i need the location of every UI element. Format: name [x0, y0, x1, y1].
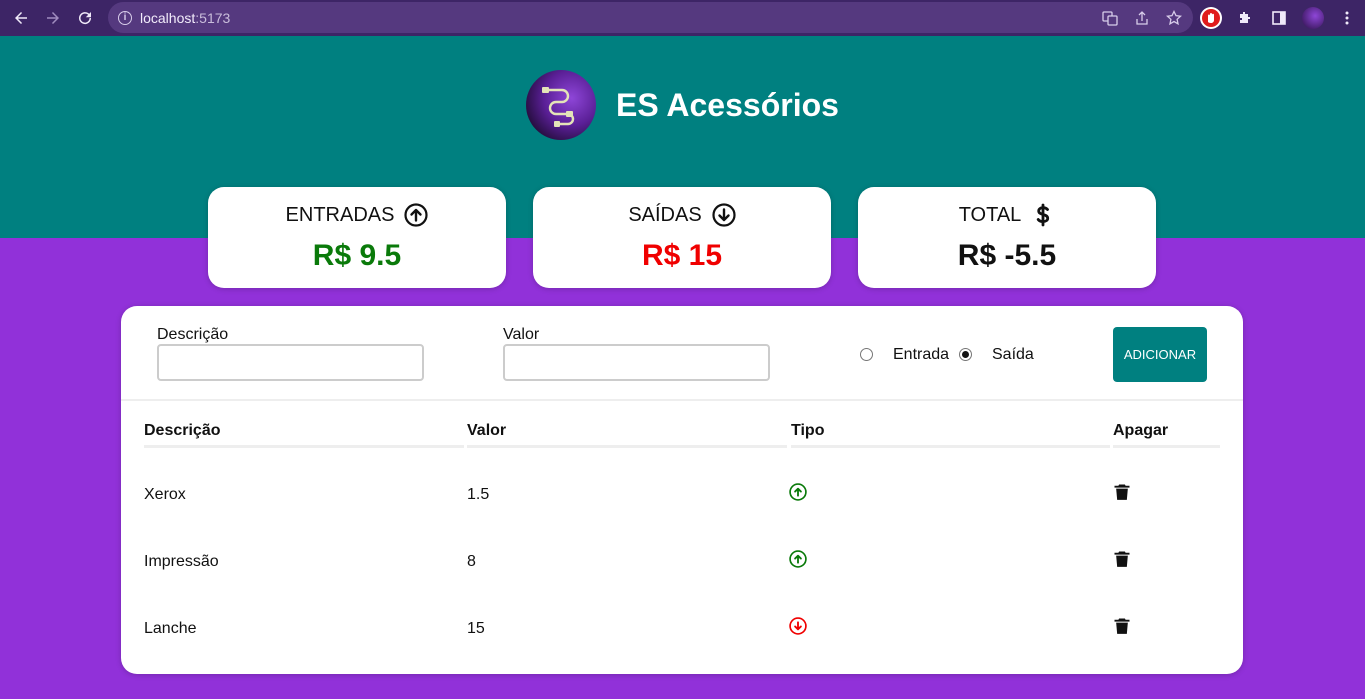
row-description: Lanche [144, 620, 197, 637]
adblock-extension-icon[interactable] [1200, 6, 1222, 29]
value-input[interactable] [503, 344, 770, 381]
translate-icon[interactable] [1101, 9, 1119, 27]
reload-icon [79, 12, 92, 25]
transactions-panel: Descrição Valor Entrada Saída ADICIONAR … [121, 306, 1243, 674]
browser-menu-icon[interactable] [1336, 7, 1358, 29]
extensions-puzzle-icon[interactable] [1234, 7, 1256, 29]
type-income-label[interactable]: Entrada [893, 346, 949, 364]
address-bar[interactable]: i localhost:5173 [108, 2, 1193, 33]
description-input[interactable] [157, 344, 424, 381]
brand-name: ES Acessórios [616, 86, 839, 123]
arrow-up-circle-icon [404, 203, 429, 227]
arrow-down-circle-icon [712, 203, 736, 227]
column-header-description: Descrição [144, 422, 221, 439]
header-divider [144, 445, 464, 448]
share-icon[interactable] [1133, 9, 1151, 27]
income-card: ENTRADAS R$ 9.5 [208, 187, 506, 288]
row-value: 15 [467, 620, 485, 637]
trash-icon[interactable] [1112, 549, 1132, 569]
browser-toolbar: i localhost:5173 [0, 0, 1365, 36]
side-panel-icon[interactable] [1268, 7, 1290, 29]
expense-card: SAÍDAS R$ 15 [533, 187, 831, 288]
type-expense-radio[interactable] [959, 348, 972, 361]
arrow-up-circle-icon [789, 483, 807, 501]
brand: ES Acessórios [526, 70, 839, 140]
total-card-value: R$ -5.5 [957, 239, 1057, 272]
row-description: Xerox [144, 486, 186, 503]
column-header-value: Valor [467, 422, 507, 439]
income-card-value: R$ 9.5 [312, 239, 402, 272]
column-header-type: Tipo [791, 422, 825, 439]
trash-icon[interactable] [1112, 482, 1132, 502]
dollar-icon [1037, 203, 1050, 227]
trash-icon[interactable] [1112, 616, 1132, 636]
add-button[interactable]: ADICIONAR [1113, 327, 1207, 382]
header-divider [791, 445, 1110, 448]
header-divider [1113, 445, 1220, 448]
row-description: Impressão [144, 553, 219, 570]
type-expense-label[interactable]: Saída [992, 346, 1034, 364]
expense-card-label: SAÍDAS [628, 203, 702, 226]
site-info-icon[interactable]: i [118, 10, 132, 25]
value-label: Valor [503, 326, 540, 343]
transaction-form: Descrição Valor Entrada Saída ADICIONAR [121, 306, 1243, 401]
header-divider [467, 445, 787, 448]
type-income-radio[interactable] [860, 348, 873, 361]
expense-card-value: R$ 15 [641, 239, 723, 272]
url-host: localhost [140, 9, 196, 26]
url-port: :5173 [195, 9, 231, 26]
row-value: 8 [467, 553, 476, 570]
forward-button[interactable] [37, 2, 69, 34]
back-button[interactable] [5, 2, 37, 34]
reload-button[interactable] [69, 2, 101, 34]
total-card: TOTAL R$ -5.5 [858, 187, 1156, 288]
arrow-down-circle-icon [789, 617, 807, 635]
column-header-delete: Apagar [1113, 422, 1169, 439]
profile-avatar-icon[interactable] [1302, 6, 1324, 29]
back-arrow-icon [15, 12, 27, 24]
address-url: localhost:5173 [140, 10, 230, 26]
forward-arrow-icon [47, 12, 59, 24]
cable-logo-icon [542, 87, 575, 127]
row-value: 1.5 [467, 486, 490, 503]
total-card-label: TOTAL [958, 203, 1022, 226]
income-card-label: ENTRADAS [285, 203, 395, 226]
bookmark-star-icon[interactable] [1165, 9, 1183, 27]
brand-logo [526, 70, 596, 140]
arrow-up-circle-icon [789, 550, 807, 568]
description-label: Descrição [157, 326, 229, 343]
